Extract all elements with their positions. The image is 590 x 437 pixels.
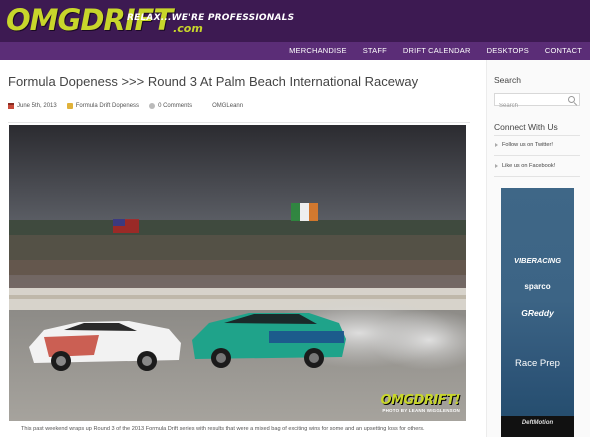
- post-title[interactable]: Formula Dopeness >>> Round 3 At Palm Bea…: [8, 74, 418, 89]
- comment-icon: [149, 103, 156, 109]
- photo-credit: PHOTO BY LEANN WIGGLENSON: [382, 408, 460, 413]
- watermark-logo: OMGDRIFT!: [380, 393, 461, 408]
- site-header: OMGDRIFT .com RELAX...WE'RE PROFESSIONAL…: [0, 0, 590, 42]
- nav-item-staff[interactable]: STAFF: [355, 42, 395, 60]
- post-photo[interactable]: OMGDRIFT! PHOTO BY LEANN WIGGLENSON: [9, 125, 466, 421]
- arrow-bullet-icon: [495, 164, 498, 168]
- divider: [494, 155, 580, 156]
- drift-photo-illustration: [9, 125, 466, 421]
- divider: [8, 122, 470, 123]
- divider: [494, 176, 580, 177]
- search-input[interactable]: [495, 100, 565, 112]
- search-box: [494, 93, 580, 112]
- site-tagline: RELAX...WE'RE PROFESSIONALS: [127, 13, 295, 23]
- post-excerpt: This past weekend wraps up Round 3 of th…: [21, 426, 425, 432]
- post-author-link[interactable]: OMGLeann: [212, 103, 243, 109]
- post-comments-link[interactable]: 0 Comments: [158, 103, 192, 109]
- post-category-group: Formula Drift Dopeness: [66, 103, 139, 109]
- twitter-link-label: Follow us on Twitter!: [502, 142, 553, 148]
- ad-brand-greddy: GReddy: [521, 308, 554, 318]
- divider: [494, 135, 580, 136]
- search-icon[interactable]: [568, 96, 575, 103]
- nav-item-drift-calendar[interactable]: DRIFT CALENDAR: [395, 42, 479, 60]
- ad-brand-sparco: sparco: [524, 282, 551, 291]
- nav-item-merchandise[interactable]: MERCHANDISE: [281, 42, 355, 60]
- post-comments-group: 0 Comments: [149, 103, 192, 109]
- main-navbar: MERCHANDISE STAFF DRIFT CALENDAR DESKTOP…: [0, 42, 590, 60]
- ad-headline: Race Prep: [515, 358, 560, 369]
- post-meta: June 5th, 2013 Formula Drift Dopeness 0 …: [8, 103, 243, 109]
- post-date-group: June 5th, 2013: [8, 103, 57, 109]
- facebook-like-link[interactable]: Like us on Facebook!: [495, 163, 555, 169]
- sidebar-ad-banner[interactable]: VIBERACING sparco GReddy Race Prep DeftM…: [501, 188, 574, 437]
- arrow-bullet-icon: [495, 143, 498, 147]
- nav-menu: MERCHANDISE STAFF DRIFT CALENDAR DESKTOP…: [281, 42, 590, 60]
- twitter-follow-link[interactable]: Follow us on Twitter!: [495, 142, 553, 148]
- post-category-link[interactable]: Formula Drift Dopeness: [76, 103, 139, 109]
- ad-brand-deftmotion: DeftMotion: [521, 420, 554, 426]
- connect-heading: Connect With Us: [494, 122, 558, 132]
- nav-item-desktops[interactable]: DESKTOPS: [479, 42, 537, 60]
- facebook-link-label: Like us on Facebook!: [502, 163, 556, 169]
- folder-icon: [66, 103, 73, 109]
- search-heading: Search: [494, 75, 521, 85]
- logo-suffix: .com: [173, 22, 203, 35]
- nav-item-contact[interactable]: CONTACT: [537, 42, 590, 60]
- post-date: June 5th, 2013: [17, 103, 57, 109]
- ad-brand-viberacing: VIBERACING: [513, 256, 562, 265]
- calendar-icon: [8, 103, 14, 109]
- photo-watermark: OMGDRIFT! PHOTO BY LEANN WIGGLENSON: [380, 393, 461, 414]
